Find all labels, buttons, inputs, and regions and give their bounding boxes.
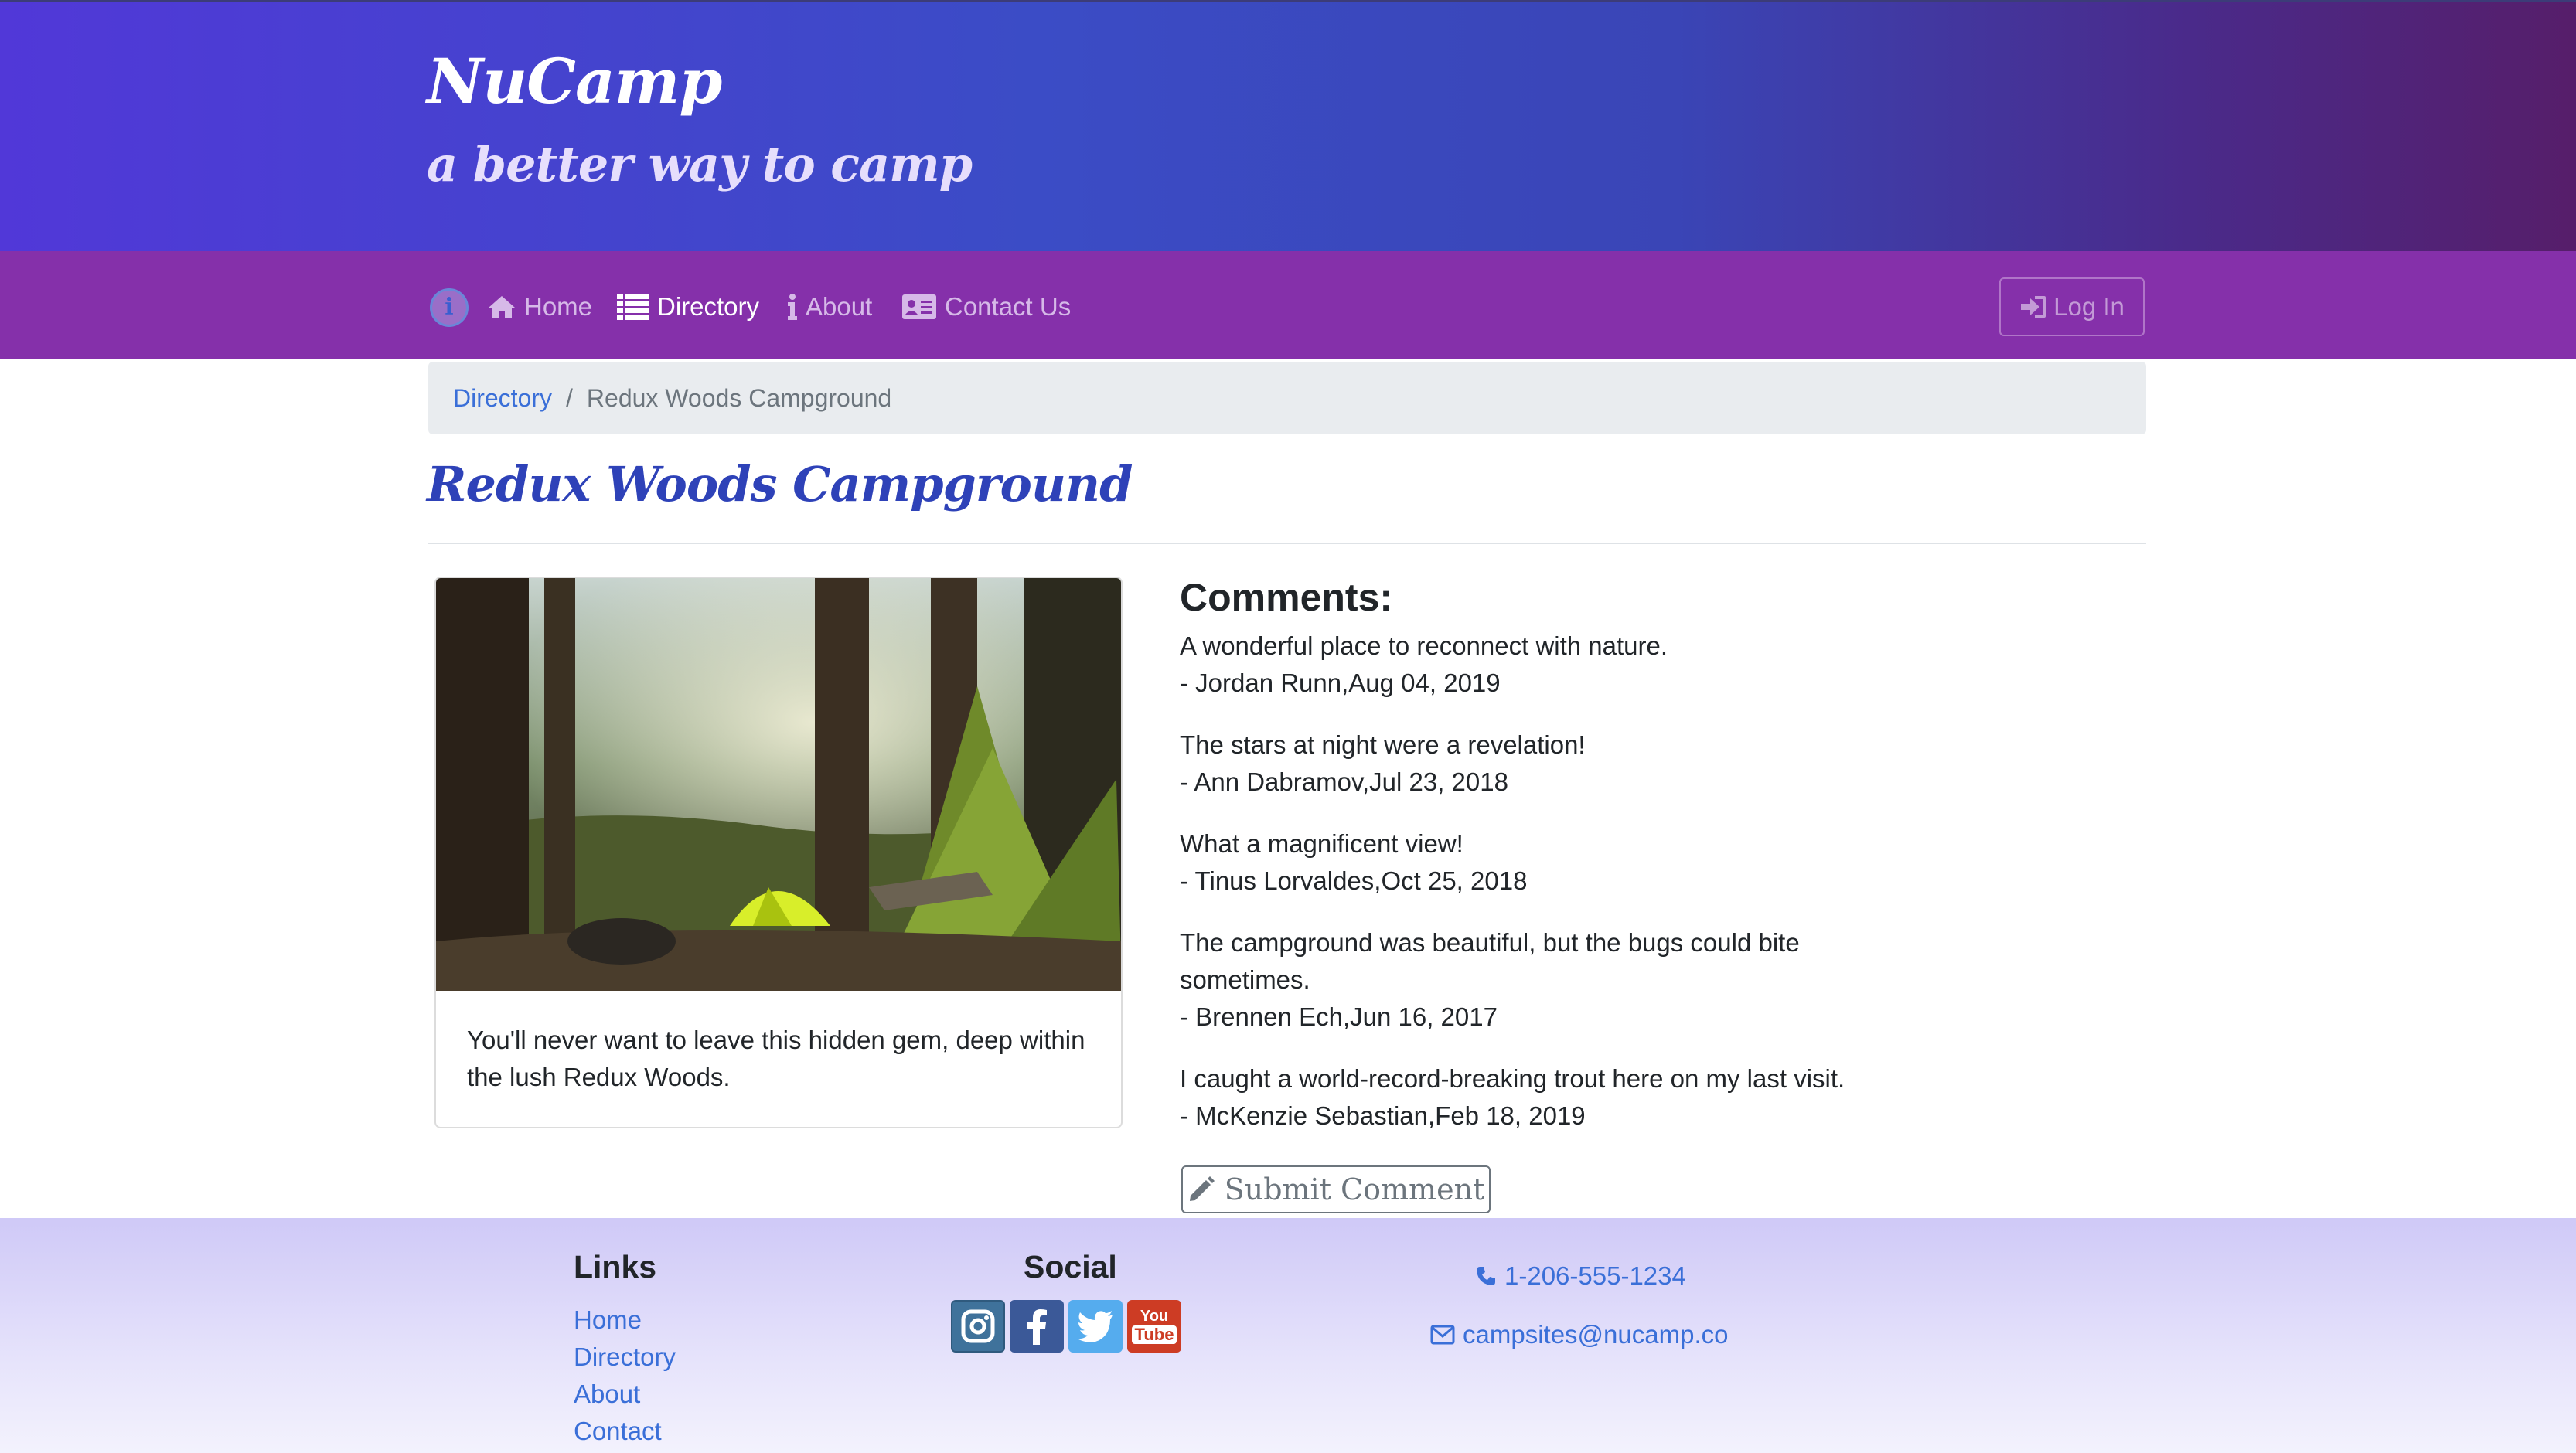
- twitter-icon[interactable]: [1068, 1300, 1123, 1353]
- campsite-card: You'll never want to leave this hidden g…: [434, 577, 1123, 1128]
- comment-item: The stars at night were a revelation! - …: [1180, 726, 1953, 801]
- address-card-icon: [902, 294, 936, 319]
- comment-text: The stars at night were a revelation!: [1180, 730, 1586, 759]
- footer-email-address: campsites@nucamp.co: [1463, 1320, 1729, 1349]
- footer-link-directory[interactable]: Directory: [574, 1339, 676, 1376]
- comment-item: What a magnificent view! - Tinus Lorvald…: [1180, 825, 1953, 900]
- nav-home-label: Home: [524, 292, 593, 321]
- campsite-description: You'll never want to leave this hidden g…: [467, 1026, 1085, 1091]
- nav-about[interactable]: About: [787, 285, 872, 328]
- social-links: You Tube: [951, 1300, 1181, 1353]
- comment-item: A wonderful place to reconnect with natu…: [1180, 628, 1953, 702]
- footer: Links Home Directory About Contact Socia…: [0, 1218, 2576, 1453]
- comment-byline: - Jordan Runn,Aug 04, 2019: [1180, 669, 1501, 697]
- footer-links-title: Links: [574, 1249, 657, 1285]
- breadcrumb-separator: /: [566, 383, 573, 412]
- breadcrumb-directory-link[interactable]: Directory: [453, 384, 552, 413]
- campsite-image: [436, 578, 1121, 991]
- jumbotron: NuCamp a better way to camp: [0, 0, 2576, 251]
- comments-section: Comments: A wonderful place to reconnect…: [1180, 570, 1953, 1159]
- comment-byline: - Ann Dabramov,Jul 23, 2018: [1180, 767, 1508, 796]
- login-button[interactable]: Log In: [1999, 277, 2145, 336]
- youtube-logo-bottom: Tube: [1131, 1325, 1177, 1344]
- nav-about-label: About: [806, 292, 873, 321]
- phone-icon: [1477, 1267, 1495, 1285]
- nav-directory-label: Directory: [657, 292, 760, 321]
- nav-contact[interactable]: Contact Us: [901, 285, 1071, 328]
- breadcrumb-current: Redux Woods Campground: [586, 383, 892, 412]
- sign-in-icon: [2021, 296, 2046, 318]
- footer-links: Home Directory About Contact: [574, 1302, 676, 1450]
- footer-link-contact[interactable]: Contact: [574, 1413, 676, 1450]
- footer-link-home[interactable]: Home: [574, 1302, 676, 1339]
- list-icon: [617, 294, 649, 320]
- navbar: i Home Directory About Contact Us Log In: [0, 251, 2576, 359]
- login-label: Log In: [2053, 292, 2125, 321]
- youtube-icon[interactable]: You Tube: [1127, 1300, 1181, 1353]
- nucamp-logo-icon[interactable]: i: [430, 288, 469, 327]
- nav-contact-label: Contact Us: [945, 292, 1072, 321]
- comment-text: What a magnificent view!: [1180, 829, 1463, 858]
- facebook-icon[interactable]: [1010, 1300, 1064, 1353]
- youtube-logo-top: You: [1140, 1308, 1169, 1325]
- nav-directory[interactable]: Directory: [617, 285, 759, 328]
- page-title: Redux Woods Campground: [427, 456, 1133, 512]
- site-brand: NuCamp: [427, 45, 722, 117]
- footer-email[interactable]: campsites@nucamp.co: [1430, 1320, 1728, 1349]
- comment-text: A wonderful place to reconnect with natu…: [1180, 631, 1668, 660]
- envelope-icon: [1430, 1325, 1455, 1345]
- comment-byline: - Brennen Ech,Jun 16, 2017: [1180, 1002, 1498, 1031]
- comment-text: I caught a world-record-breaking trout h…: [1180, 1064, 1845, 1093]
- site-tagline: a better way to camp: [427, 136, 973, 192]
- footer-phone[interactable]: 1-206-555-1234: [1475, 1261, 1686, 1291]
- home-icon: [489, 296, 515, 318]
- comments-heading: Comments:: [1180, 576, 1393, 619]
- footer-social-title: Social: [1024, 1249, 1117, 1285]
- title-divider: [428, 543, 2146, 544]
- comment-byline: - McKenzie Sebastian,Feb 18, 2019: [1180, 1101, 1586, 1130]
- nav-home[interactable]: Home: [487, 285, 592, 328]
- footer-link-about[interactable]: About: [574, 1376, 676, 1413]
- breadcrumb: Directory / Redux Woods Campground: [428, 362, 2146, 434]
- instagram-icon[interactable]: [951, 1300, 1005, 1353]
- submit-comment-label: Submit Comment: [1224, 1172, 1485, 1206]
- submit-comment-button[interactable]: Submit Comment: [1181, 1165, 1491, 1213]
- comment-byline: - Tinus Lorvaldes,Oct 25, 2018: [1180, 866, 1528, 895]
- comment-item: The campground was beautiful, but the bu…: [1180, 924, 1845, 1036]
- info-icon: [788, 294, 797, 320]
- footer-phone-number: 1-206-555-1234: [1504, 1261, 1686, 1290]
- pencil-icon: [1189, 1176, 1215, 1201]
- comment-item: I caught a world-record-breaking trout h…: [1180, 1060, 1953, 1135]
- comment-text: The campground was beautiful, but the bu…: [1180, 928, 1800, 994]
